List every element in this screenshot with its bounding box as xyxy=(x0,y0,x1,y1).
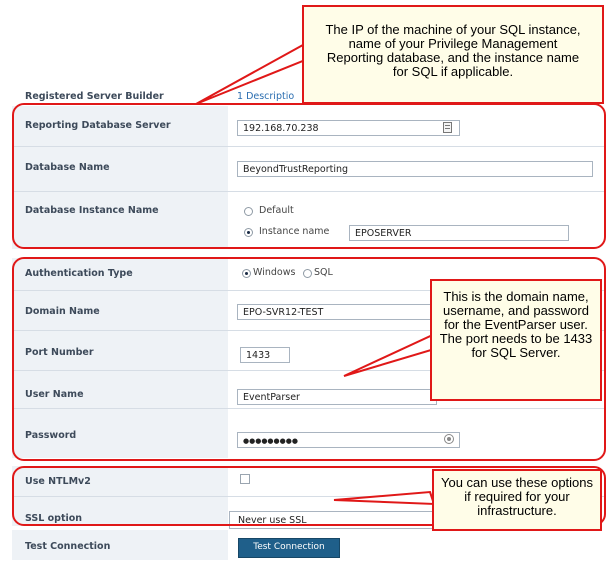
callout-top-text: The IP of the machine of your SQL instan… xyxy=(325,22,581,79)
arrow-bottom xyxy=(333,490,436,506)
callout-bottom: You can use these options if required fo… xyxy=(432,469,602,531)
callout-bottom-text: You can use these options if required fo… xyxy=(440,475,594,518)
callout-top: The IP of the machine of your SQL instan… xyxy=(302,5,604,104)
callout-middle-text: This is the domain name, username, and p… xyxy=(439,289,593,360)
callout-middle: This is the domain name, username, and p… xyxy=(430,279,602,401)
